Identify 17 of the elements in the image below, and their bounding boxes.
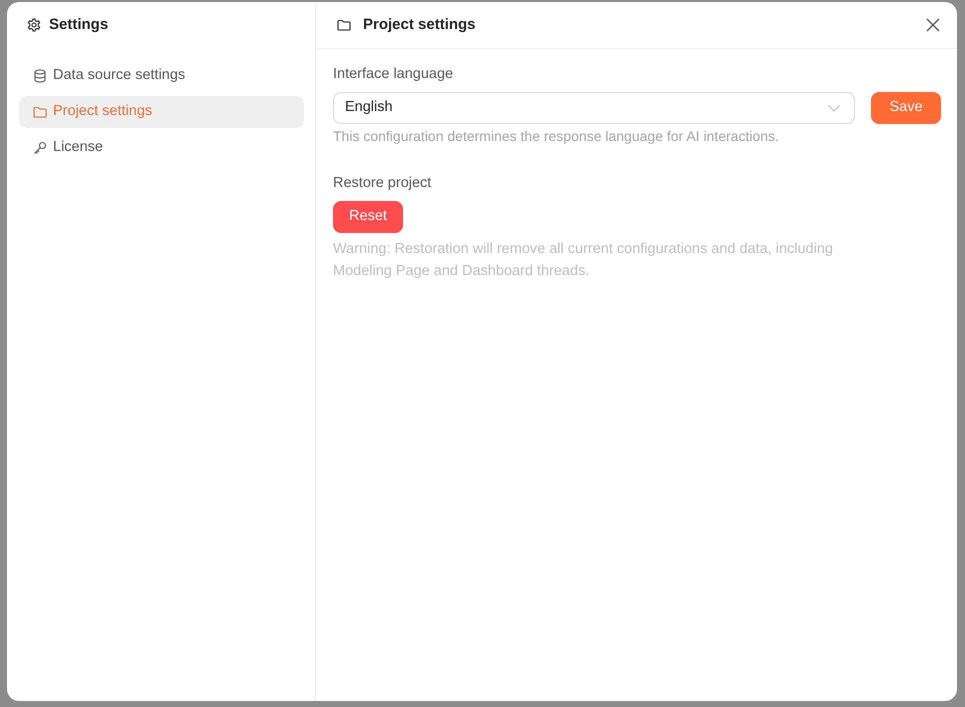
gear-icon	[27, 18, 41, 32]
sidebar-item[interactable]: Data source settings	[19, 60, 304, 92]
language-select[interactable]: English	[333, 92, 855, 124]
folder-icon	[33, 105, 47, 119]
close-button[interactable]	[925, 17, 941, 33]
close-icon	[925, 17, 941, 33]
key-icon	[33, 141, 47, 155]
database-icon	[33, 69, 47, 83]
sidebar-item[interactable]: License	[19, 132, 304, 164]
panel-title: Project settings	[363, 14, 477, 35]
chevron-down-icon	[828, 104, 840, 112]
field-hint: This configuration determines the response language for AI interactions.	[333, 127, 780, 146]
sidebar-title: Settings	[49, 14, 108, 35]
field-label: Interface language	[333, 65, 454, 84]
folder-icon	[337, 18, 351, 32]
section-label: Restore project	[333, 174, 432, 193]
warning-text: Warning: Restoration will remove all current configurations and data, including Modeling Page and Dashboard threads.	[333, 240, 834, 281]
